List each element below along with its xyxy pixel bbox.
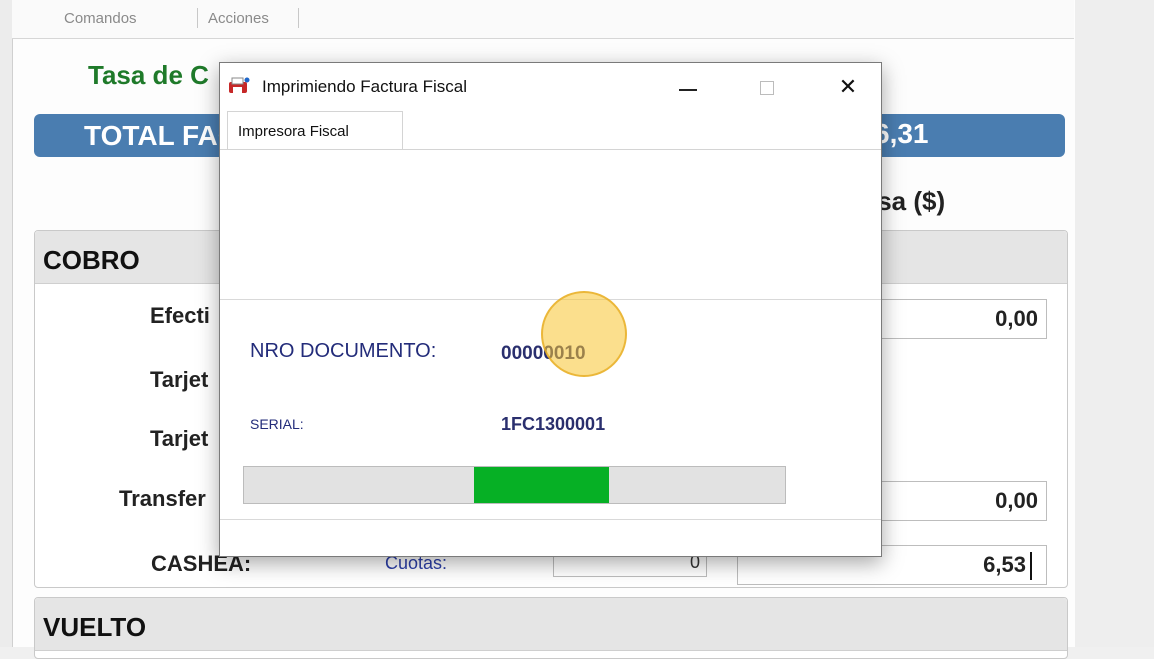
desktop-edge — [0, 0, 12, 647]
minimize-button[interactable] — [665, 69, 711, 105]
close-icon: ✕ — [838, 74, 858, 99]
serial-label: SERIAL: — [250, 416, 304, 432]
text-caret — [1030, 552, 1032, 580]
card-2-label: Tarjet — [150, 426, 209, 451]
serial-value: 1FC1300001 — [501, 414, 606, 434]
menu-bar: Comandos Acciones — [12, 0, 1074, 39]
maximize-button[interactable] — [743, 69, 789, 105]
minimize-icon — [679, 89, 697, 91]
transfer-label: Transfer — [119, 486, 206, 511]
transfer-amount-value: 0,00 — [995, 488, 1038, 513]
document-number-label: NRO DOCUMENTO: — [250, 340, 437, 362]
tab-label: Impresora Fiscal — [238, 123, 349, 140]
cashea-amount-value: 6,53 — [983, 552, 1026, 577]
card-1-label: Tarjet — [150, 367, 209, 392]
progress-bar-fill — [473, 467, 610, 503]
cash-amount-value: 0,00 — [995, 306, 1038, 331]
dialog-tab-strip: Impresora Fiscal — [220, 111, 881, 150]
menu-comandos[interactable]: Comandos — [64, 10, 137, 27]
dialog-title: Imprimiendo Factura Fiscal — [262, 77, 468, 96]
print-progress-bar — [243, 466, 786, 504]
dialog-footer — [220, 520, 881, 556]
tab-impresora-fiscal[interactable]: Impresora Fiscal — [227, 111, 403, 149]
cash-label: Efecti — [150, 303, 210, 328]
cursor-highlight — [541, 291, 627, 377]
desktop-background — [1075, 0, 1154, 647]
vuelto-title: VUELTO — [43, 612, 147, 642]
printer-app-icon — [228, 77, 250, 95]
vuelto-panel-header: VUELTO — [35, 598, 1067, 651]
menu-separator — [298, 8, 299, 28]
total-invoice-label: TOTAL FAC — [84, 120, 238, 151]
tab-content-area — [220, 150, 881, 298]
exchange-rate-title: Tasa de C — [88, 60, 209, 90]
total-invoice-value: 6,31 — [874, 118, 929, 149]
menu-separator — [197, 8, 198, 28]
vuelto-panel: VUELTO — [34, 597, 1068, 659]
menu-acciones[interactable]: Acciones — [208, 10, 269, 27]
maximize-icon — [760, 81, 774, 95]
cobro-title: COBRO — [43, 245, 140, 275]
close-button[interactable]: ✕ — [825, 69, 871, 105]
dialog-title-bar[interactable]: Imprimiendo Factura Fiscal ✕ — [220, 63, 881, 111]
